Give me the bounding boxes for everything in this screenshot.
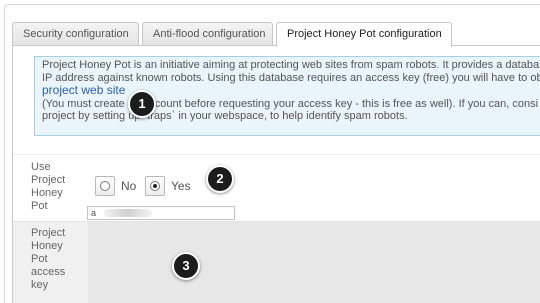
use-honeypot-label: Use Project Honey Pot	[31, 161, 66, 212]
tab-security-configuration[interactable]: Security configuration	[12, 22, 139, 45]
radio-no[interactable]	[100, 181, 110, 191]
info-text-line: (You must create an account before reque…	[42, 97, 539, 110]
project-web-site-link[interactable]: project web site	[42, 83, 125, 97]
info-text-line: project by setting up `traps` in your we…	[42, 110, 408, 122]
tab-anti-flood-configuration[interactable]: Anti-flood configuration	[142, 22, 273, 45]
radio-yes[interactable]	[150, 181, 160, 191]
radio-no-label[interactable]: No	[121, 179, 136, 193]
radio-yes-wrapper[interactable]	[145, 176, 165, 196]
access-key-label: Project Honey Pot access key	[31, 227, 66, 291]
access-key-redaction	[104, 209, 152, 217]
callout-marker-3: 3	[172, 252, 200, 280]
callout-marker-2: 2	[206, 165, 234, 193]
tab-project-honey-pot-configuration[interactable]: Project Honey Pot configuration	[276, 22, 452, 47]
info-text-line: Project Honey Pot is an initiative aimin…	[42, 59, 540, 71]
radio-yes-label[interactable]: Yes	[171, 179, 191, 193]
honeypot-config-window: Security configuration Anti-flood config…	[0, 0, 540, 303]
tab-panel: Project Honey Pot is an initiative aimin…	[12, 46, 540, 303]
info-box: Project Honey Pot is an initiative aimin…	[34, 56, 540, 136]
radio-no-wrapper[interactable]	[95, 176, 115, 196]
access-key-row: Project Honey Pot access key	[13, 221, 540, 303]
callout-marker-1: 1	[128, 90, 156, 118]
tab-bar: Security configuration Anti-flood config…	[12, 22, 540, 47]
access-key-value-area	[88, 222, 540, 303]
